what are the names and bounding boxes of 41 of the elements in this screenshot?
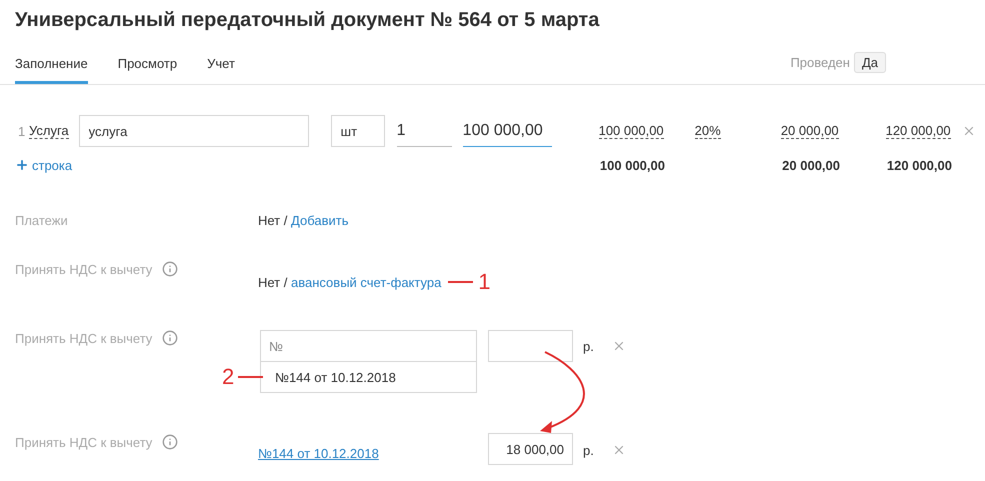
- field-label: Принять НДС к вычету: [15, 330, 152, 346]
- info-icon[interactable]: [162, 434, 178, 450]
- amount-total: 100 000,00: [600, 158, 665, 172]
- document-search-field[interactable]: №: [260, 330, 477, 362]
- annotation-number: 1: [478, 271, 491, 293]
- field-label: Принять НДС к вычету: [15, 262, 152, 276]
- payments-value: Нет /: [258, 213, 288, 228]
- grand-total: 120 000,00: [886, 158, 952, 172]
- add-row-link[interactable]: строка: [15, 158, 553, 172]
- posted-label: Проведен: [790, 55, 850, 70]
- posted-toggle[interactable]: Да: [854, 52, 886, 73]
- vat-total: 20 000,00: [782, 158, 840, 172]
- name-input[interactable]: услуга: [78, 115, 309, 147]
- invoice-link[interactable]: авансовый счет-фактура: [291, 274, 442, 290]
- currency-label: р.: [583, 442, 594, 458]
- item-type-link[interactable]: Услуга: [29, 123, 69, 139]
- tab[interactable]: Учет: [207, 56, 235, 84]
- page-title: Универсальный передаточный документ № 564 от 5 марта: [14, 8, 600, 33]
- vat-value: Нет /: [258, 274, 288, 290]
- unit-input[interactable]: шт: [330, 115, 385, 147]
- row-number: 1: [18, 124, 26, 138]
- suggestion-item[interactable]: №144 от 10.12.2018: [260, 362, 477, 393]
- annotation-line: [238, 376, 264, 378]
- tab[interactable]: Просмотр: [118, 56, 178, 84]
- vat-rate-link[interactable]: 20%: [694, 123, 721, 139]
- amount-link[interactable]: 100 000,00: [598, 123, 664, 139]
- annotation-line: [448, 281, 474, 283]
- field-label: Платежи: [15, 213, 68, 228]
- field-label: Принять НДС к вычету: [15, 434, 152, 450]
- amount-input[interactable]: [488, 330, 573, 362]
- info-icon[interactable]: [162, 330, 178, 346]
- tab[interactable]: Заполнение: [15, 56, 88, 84]
- plus-icon: [15, 158, 29, 172]
- amount-input[interactable]: 18 000,00: [488, 433, 573, 465]
- currency-label: р.: [583, 338, 594, 354]
- document-link[interactable]: №144 от 10.12.2018: [258, 446, 488, 461]
- total-link[interactable]: 120 000,00: [886, 123, 951, 139]
- add-payment-link[interactable]: Добавить: [291, 213, 348, 228]
- info-icon[interactable]: [162, 261, 178, 277]
- vat-link[interactable]: 20 000,00: [780, 123, 839, 139]
- annotation-number: 2: [222, 366, 234, 388]
